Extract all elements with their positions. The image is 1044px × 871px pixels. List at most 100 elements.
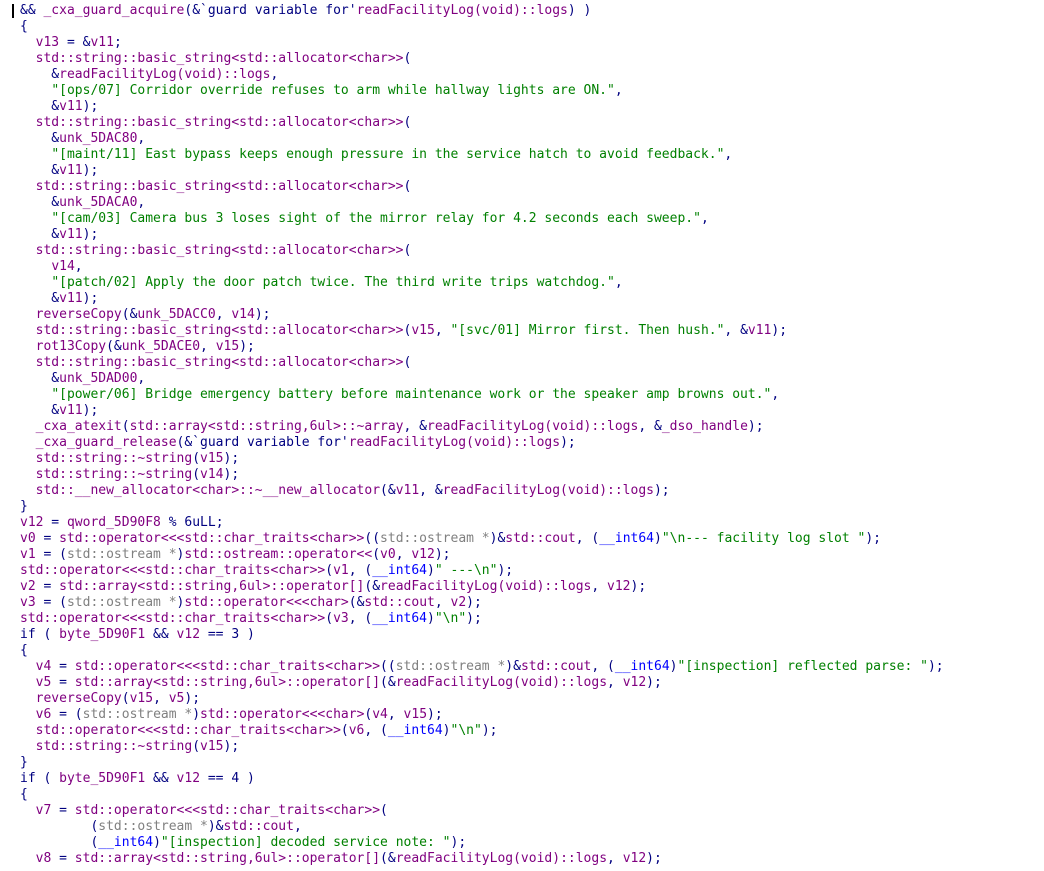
pseudocode-view[interactable]: && _cxa_guard_acquire(&`guard variable f… — [0, 0, 1044, 871]
code-line[interactable]: "[power/06] Bridge emergency battery bef… — [20, 387, 944, 403]
identifier[interactable]: std::string::~string — [36, 467, 193, 482]
code-line[interactable]: std::operator<<<std::char_traits<char>>(… — [20, 611, 944, 627]
code-line[interactable]: &v11); — [20, 227, 944, 243]
identifier[interactable]: v12 — [177, 627, 200, 642]
code-line[interactable]: v6 = (std::ostream *)std::operator<<<cha… — [20, 707, 944, 723]
code-line[interactable]: (std::ostream *)&std::cout, — [20, 819, 944, 835]
code-line[interactable]: v3 = (std::ostream *)std::operator<<<cha… — [20, 595, 944, 611]
identifier[interactable]: v5 — [36, 675, 52, 690]
identifier[interactable]: v15 — [216, 339, 239, 354]
identifier[interactable]: v6 — [36, 707, 52, 722]
code-line[interactable]: "[maint/11] East bypass keeps enough pre… — [20, 147, 944, 163]
identifier[interactable]: v11 — [748, 323, 771, 338]
identifier[interactable]: v11 — [90, 35, 113, 50]
code-line[interactable]: } — [20, 755, 944, 771]
code-line[interactable]: &v11); — [20, 403, 944, 419]
identifier[interactable]: std::cout — [364, 595, 434, 610]
code-line[interactable]: std::string::~string(v15); — [20, 451, 944, 467]
identifier[interactable]: v12 — [623, 851, 646, 866]
code-line[interactable]: std::string::basic_string<std::allocator… — [20, 323, 944, 339]
identifier[interactable]: rot13Copy — [36, 339, 106, 354]
identifier[interactable]: std::operator<<<std::char_traits<char>> — [36, 723, 341, 738]
code-line[interactable]: std::string::basic_string<std::allocator… — [20, 179, 944, 195]
code-line[interactable]: std::string::basic_string<std::allocator… — [20, 115, 944, 131]
identifier[interactable]: std::operator<<<std::char_traits<char>> — [59, 531, 364, 546]
identifier[interactable]: _cxa_guard_acquire — [43, 3, 184, 18]
identifier[interactable]: unk_5DAC80 — [59, 131, 137, 146]
code-line[interactable]: std::string::~string(v15); — [20, 739, 944, 755]
code-line[interactable]: "[cam/03] Camera bus 3 loses sight of th… — [20, 211, 944, 227]
identifier[interactable]: std::array<std::string,6ul>::operator[] — [59, 579, 364, 594]
identifier[interactable]: reverseCopy — [36, 307, 122, 322]
identifier[interactable]: readFacilityLog(void)::logs — [396, 675, 607, 690]
code-line[interactable]: } — [20, 499, 944, 515]
identifier[interactable]: _cxa_guard_release — [36, 435, 177, 450]
identifier[interactable]: unk_5DACA0 — [59, 195, 137, 210]
identifier[interactable]: v7 — [36, 803, 52, 818]
identifier[interactable]: std::cout — [521, 659, 591, 674]
identifier[interactable]: readFacilityLog(void)::logs — [59, 67, 270, 82]
identifier[interactable]: unk_5DACC0 — [137, 307, 215, 322]
identifier[interactable]: v0 — [20, 531, 36, 546]
identifier[interactable]: byte_5D90F1 — [59, 627, 145, 642]
identifier[interactable]: v12 — [623, 675, 646, 690]
identifier[interactable]: readFacilityLog(void)::logs — [396, 851, 607, 866]
code-line[interactable]: std::string::basic_string<std::allocator… — [20, 355, 944, 371]
identifier[interactable]: std::operator<<<std::char_traits<char>> — [75, 659, 380, 674]
code-line[interactable]: rot13Copy(&unk_5DACE0, v15); — [20, 339, 944, 355]
identifier[interactable]: std::string::~string — [36, 451, 193, 466]
identifier[interactable]: std::array<std::string,6ul>::operator[] — [75, 851, 380, 866]
identifier[interactable]: v15 — [404, 707, 427, 722]
identifier[interactable]: v8 — [36, 851, 52, 866]
identifier[interactable]: v11 — [59, 291, 82, 306]
code-line[interactable]: v2 = std::array<std::string,6ul>::operat… — [20, 579, 944, 595]
identifier[interactable]: v1 — [20, 547, 36, 562]
code-line[interactable]: std::operator<<<std::char_traits<char>>(… — [20, 563, 944, 579]
identifier[interactable]: std::string::basic_string<std::allocator… — [36, 355, 404, 370]
identifier[interactable]: v11 — [59, 227, 82, 242]
identifier[interactable]: std::string::~string — [36, 739, 193, 754]
identifier[interactable]: std::operator<<<char> — [184, 595, 348, 610]
identifier[interactable]: v4 — [372, 707, 388, 722]
code-line[interactable]: v14, — [20, 259, 944, 275]
identifier[interactable]: _dso_handle — [662, 419, 748, 434]
code-line[interactable]: { — [20, 787, 944, 803]
identifier[interactable]: v14 — [51, 259, 74, 274]
identifier[interactable]: std::string::basic_string<std::allocator… — [36, 179, 404, 194]
identifier[interactable]: v0 — [380, 547, 396, 562]
identifier[interactable]: v1 — [333, 563, 349, 578]
identifier[interactable]: v11 — [59, 163, 82, 178]
identifier[interactable]: readFacilityLog(void)::logs — [357, 3, 568, 18]
identifier[interactable]: std::array<std::string,6ul>::~array — [130, 419, 404, 434]
identifier[interactable]: std::string::basic_string<std::allocator… — [36, 323, 404, 338]
identifier[interactable]: v3 — [20, 595, 36, 610]
identifier[interactable]: std::operator<<<std::char_traits<char>> — [75, 803, 380, 818]
code-line[interactable]: std::string::basic_string<std::allocator… — [20, 51, 944, 67]
identifier[interactable]: std::ostream::operator<< — [184, 547, 372, 562]
identifier[interactable]: std::string::basic_string<std::allocator… — [36, 243, 404, 258]
identifier[interactable]: byte_5D90F1 — [59, 771, 145, 786]
code-line[interactable]: (__int64)"[inspection] decoded service n… — [20, 835, 944, 851]
identifier[interactable]: v14 — [200, 467, 223, 482]
identifier[interactable]: reverseCopy — [36, 691, 122, 706]
identifier[interactable]: v12 — [607, 579, 630, 594]
code-line[interactable]: &unk_5DACA0, — [20, 195, 944, 211]
code-line[interactable]: &v11); — [20, 163, 944, 179]
identifier[interactable]: readFacilityLog(void)::logs — [349, 435, 560, 450]
code-line[interactable]: "[ops/07] Corridor override refuses to a… — [20, 83, 944, 99]
code-line[interactable]: v8 = std::array<std::string,6ul>::operat… — [20, 851, 944, 867]
identifier[interactable]: v14 — [231, 307, 254, 322]
identifier[interactable]: std::operator<<<std::char_traits<char>> — [20, 563, 325, 578]
code-line[interactable]: { — [20, 643, 944, 659]
identifier[interactable]: std::array<std::string,6ul>::operator[] — [75, 675, 380, 690]
identifier[interactable]: v15 — [411, 323, 434, 338]
identifier[interactable]: v15 — [200, 739, 223, 754]
identifier[interactable]: v15 — [200, 451, 223, 466]
code-line[interactable]: &v11); — [20, 291, 944, 307]
code-line[interactable]: std::string::basic_string<std::allocator… — [20, 243, 944, 259]
code-line[interactable]: &readFacilityLog(void)::logs, — [20, 67, 944, 83]
identifier[interactable]: v2 — [451, 595, 467, 610]
code-line[interactable]: "[patch/02] Apply the door patch twice. … — [20, 275, 944, 291]
identifier[interactable]: v4 — [36, 659, 52, 674]
code-line[interactable]: &unk_5DAC80, — [20, 131, 944, 147]
